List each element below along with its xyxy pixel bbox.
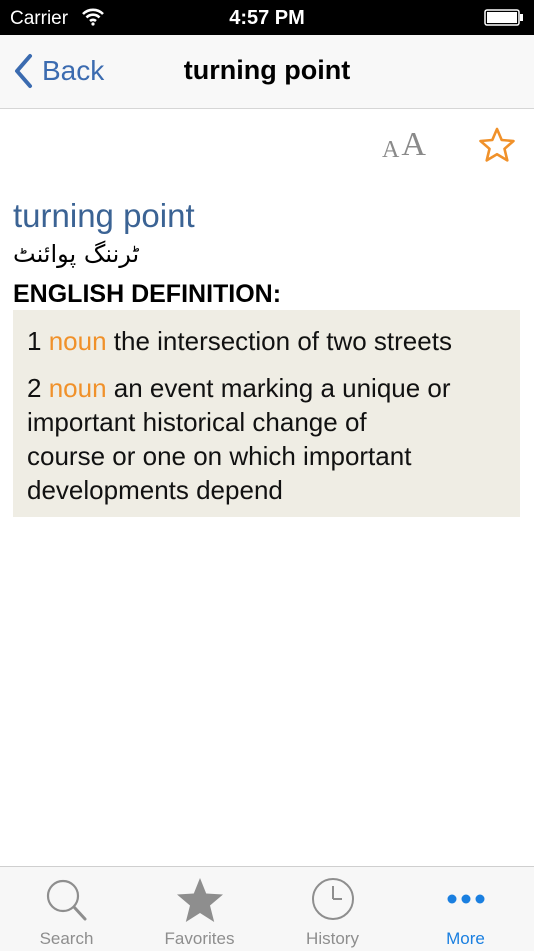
tab-history[interactable]: History — [266, 867, 399, 951]
sense-number: 2 — [27, 373, 42, 403]
section-heading: ENGLISH DEFINITION: — [13, 280, 282, 308]
urdu-translation: ٹرننگ پوائنٹ — [13, 240, 140, 268]
clock-icon — [266, 875, 399, 927]
part-of-speech: noun — [48, 326, 107, 356]
battery-icon — [484, 9, 524, 26]
star-icon — [133, 875, 266, 927]
font-size-button[interactable]: A A — [382, 126, 426, 164]
font-small-glyph: A — [382, 137, 400, 163]
search-icon — [0, 875, 133, 927]
status-time: 4:57 PM — [229, 7, 305, 29]
font-large-glyph: A — [401, 126, 426, 163]
definition-box: 1 noun the intersection of two streets 2… — [13, 310, 520, 517]
page-title: turning point — [183, 55, 351, 85]
status-bar: Carrier 4:57 PM — [0, 0, 534, 35]
tab-favorites[interactable]: Favorites — [133, 867, 266, 951]
part-of-speech: noun — [48, 373, 107, 403]
tab-more[interactable]: More — [399, 867, 532, 951]
tab-label: Favorites — [164, 929, 235, 948]
sense-text: developments depend — [27, 475, 283, 505]
favorite-star-icon[interactable] — [478, 126, 516, 169]
tab-search[interactable]: Search — [0, 867, 133, 951]
tab-bar: Search Favorites History More — [0, 866, 534, 951]
definition-sense-2: 2 noun an event marking a unique or impo… — [27, 371, 507, 507]
tab-label: Search — [39, 929, 94, 948]
headword: turning point — [13, 197, 195, 234]
tab-label: History — [306, 929, 359, 948]
tab-label: More — [446, 929, 485, 948]
sense-text: course or one on which important — [27, 441, 412, 471]
sense-text: the intersection of two streets — [113, 326, 452, 356]
navigation-bar: Back turning point — [0, 35, 534, 109]
sense-text: important historical change of — [27, 407, 367, 437]
more-icon — [399, 875, 532, 927]
sense-number: 1 — [27, 326, 42, 356]
definition-sense-1: 1 noun the intersection of two streets — [27, 324, 507, 358]
sense-text: an event marking a unique or — [113, 373, 451, 403]
